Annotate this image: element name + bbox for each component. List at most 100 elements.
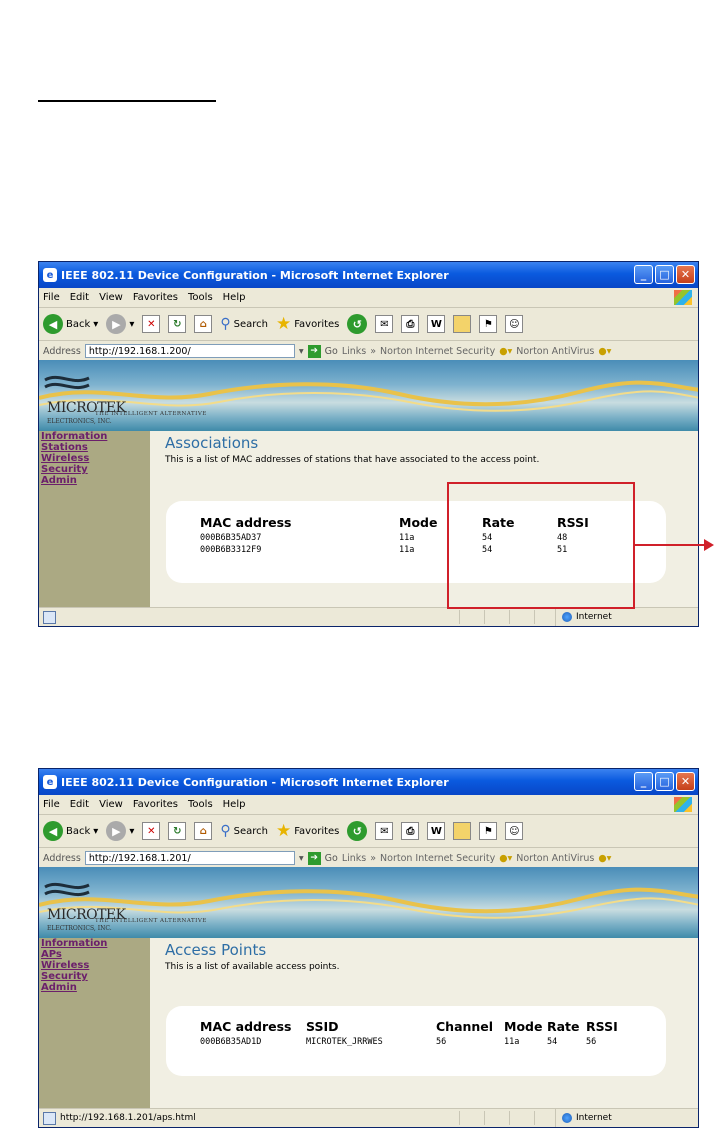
- search-button[interactable]: ⚲ Search: [220, 823, 268, 839]
- sidebar-item-aps[interactable]: APs: [39, 949, 150, 960]
- toolbar: ◀ Back ▾ ▶ ▾ ✕ ↻ ⌂ ⚲ Search ★ Favorites ↺ ✉…: [39, 815, 698, 848]
- links-button[interactable]: Links: [342, 853, 366, 864]
- address-input[interactable]: http://192.168.1.201/: [84, 851, 295, 865]
- menu-favorites[interactable]: Favorites: [133, 292, 178, 303]
- toolbar: ◀ Back ▾ ▶ ▾ ✕ ↻ ⌂ ⚲ Search ★ Favorites ↺ ✉…: [39, 308, 698, 341]
- column-header-mac: MAC address: [200, 1019, 292, 1034]
- security-zone: Internet: [555, 608, 698, 626]
- edit-icon[interactable]: W: [427, 315, 446, 333]
- favorites-button[interactable]: ★ Favorites: [276, 314, 339, 334]
- page-description: This is a list of available access point…: [165, 962, 340, 972]
- go-button[interactable]: Go: [325, 346, 338, 357]
- forward-button[interactable]: ▶ ▾: [106, 821, 134, 841]
- mail-icon[interactable]: ✉: [375, 822, 394, 840]
- menu-view[interactable]: View: [99, 292, 123, 303]
- go-arrow-icon[interactable]: ➔: [307, 851, 321, 865]
- menu-view[interactable]: View: [99, 799, 123, 810]
- norton-antivirus-button[interactable]: Norton AntiVirus: [516, 853, 594, 864]
- forward-arrow-icon: ▶: [106, 821, 127, 841]
- go-arrow-icon[interactable]: ➔: [307, 344, 321, 358]
- norton-antivirus-icon[interactable]: ●▾: [598, 853, 611, 864]
- menu-tools[interactable]: Tools: [188, 292, 213, 303]
- research-icon[interactable]: ⚑: [479, 822, 498, 840]
- ie-icon: e: [43, 775, 57, 789]
- sidebar-item-admin[interactable]: Admin: [39, 475, 150, 486]
- header-banner: MICROTEK ELECTRONICS, INC. THE INTELLIGE…: [39, 867, 698, 938]
- top-rule: [38, 100, 216, 102]
- messenger-icon[interactable]: ☺: [505, 315, 524, 333]
- window-title: IEEE 802.11 Device Configuration - Micro…: [61, 775, 449, 789]
- home-icon[interactable]: ⌂: [194, 822, 213, 840]
- close-button[interactable]: ✕: [676, 265, 695, 284]
- home-icon[interactable]: ⌂: [194, 315, 213, 333]
- minimize-button[interactable]: _: [634, 772, 653, 791]
- sidebar-item-information[interactable]: Information: [39, 431, 150, 442]
- menu-edit[interactable]: Edit: [70, 292, 89, 303]
- maximize-button[interactable]: □: [655, 265, 674, 284]
- norton-antivirus-button[interactable]: Norton AntiVirus: [516, 346, 594, 357]
- title-bar[interactable]: e IEEE 802.11 Device Configuration - Mic…: [39, 769, 698, 795]
- brand-tagline: THE INTELLIGENT ALTERNATIVE: [95, 411, 207, 417]
- norton-antivirus-icon[interactable]: ●▾: [598, 346, 611, 357]
- minimize-button[interactable]: _: [634, 265, 653, 284]
- menu-tools[interactable]: Tools: [188, 799, 213, 810]
- norton-security-button[interactable]: Norton Internet Security: [380, 346, 495, 357]
- menu-file[interactable]: File: [43, 292, 60, 303]
- menu-help[interactable]: Help: [223, 799, 246, 810]
- norton-security-button[interactable]: Norton Internet Security: [380, 853, 495, 864]
- print-icon[interactable]: ⎙: [401, 315, 420, 333]
- search-button[interactable]: ⚲ Search: [220, 316, 268, 332]
- sidebar-item-information[interactable]: Information: [39, 938, 150, 949]
- sidebar-item-wireless[interactable]: Wireless: [39, 960, 150, 971]
- address-input[interactable]: http://192.168.1.200/: [84, 344, 295, 358]
- back-button[interactable]: ◀ Back ▾: [43, 314, 98, 334]
- brand-logo-sub: ELECTRONICS, INC.: [47, 925, 112, 932]
- stop-icon[interactable]: ✕: [142, 315, 161, 333]
- print-icon[interactable]: ⎙: [401, 822, 420, 840]
- sidebar-item-admin[interactable]: Admin: [39, 982, 150, 993]
- menu-favorites[interactable]: Favorites: [133, 799, 178, 810]
- sidebar-item-security[interactable]: Security: [39, 971, 150, 982]
- title-bar[interactable]: e IEEE 802.11 Device Configuration - Mic…: [39, 262, 698, 288]
- sidebar-item-wireless[interactable]: Wireless: [39, 453, 150, 464]
- access-points-table: MAC address SSID Channel Mode Rate RSSI …: [166, 1006, 666, 1076]
- folder-icon[interactable]: [453, 315, 472, 333]
- arrow-right-icon: [704, 539, 714, 551]
- norton-security-icon[interactable]: ●▾: [499, 346, 512, 357]
- messenger-icon[interactable]: ☺: [505, 822, 524, 840]
- favorites-button[interactable]: ★ Favorites: [276, 821, 339, 841]
- refresh-icon[interactable]: ↻: [168, 822, 187, 840]
- close-button[interactable]: ✕: [676, 772, 695, 791]
- edit-icon[interactable]: W: [427, 822, 446, 840]
- cell-mac: 000B6B35AD1D: [200, 1037, 262, 1047]
- back-arrow-icon: ◀: [43, 314, 63, 334]
- folder-icon[interactable]: [453, 822, 472, 840]
- address-dropdown-icon[interactable]: ▾: [299, 853, 304, 864]
- address-dropdown-icon[interactable]: ▾: [299, 346, 304, 357]
- norton-security-icon[interactable]: ●▾: [499, 853, 512, 864]
- sidebar-item-security[interactable]: Security: [39, 464, 150, 475]
- menu-bar: File Edit View Favorites Tools Help: [39, 795, 698, 815]
- links-button[interactable]: Links: [342, 346, 366, 357]
- research-icon[interactable]: ⚑: [479, 315, 498, 333]
- page-viewport: MICROTEK ELECTRONICS, INC. THE INTELLIGE…: [39, 867, 698, 1109]
- cell-mac: 000B6B3312F9: [200, 545, 262, 555]
- sidebar-item-stations[interactable]: Stations: [39, 442, 150, 453]
- column-header-mac: MAC address: [200, 515, 292, 530]
- zone-label: Internet: [576, 612, 612, 622]
- cell-rate: 54: [547, 1037, 558, 1047]
- go-button[interactable]: Go: [325, 853, 338, 864]
- menu-edit[interactable]: Edit: [70, 799, 89, 810]
- forward-button[interactable]: ▶ ▾: [106, 314, 134, 334]
- mail-icon[interactable]: ✉: [375, 315, 394, 333]
- stop-icon[interactable]: ✕: [142, 822, 161, 840]
- maximize-button[interactable]: □: [655, 772, 674, 791]
- menu-file[interactable]: File: [43, 799, 60, 810]
- back-button[interactable]: ◀ Back ▾: [43, 821, 98, 841]
- refresh-icon[interactable]: ↻: [168, 315, 187, 333]
- menu-help[interactable]: Help: [223, 292, 246, 303]
- windows-logo-icon: [674, 797, 692, 812]
- sidebar: Information APs Wireless Security Admin: [39, 938, 150, 1109]
- history-icon[interactable]: ↺: [347, 314, 368, 334]
- history-icon[interactable]: ↺: [347, 821, 368, 841]
